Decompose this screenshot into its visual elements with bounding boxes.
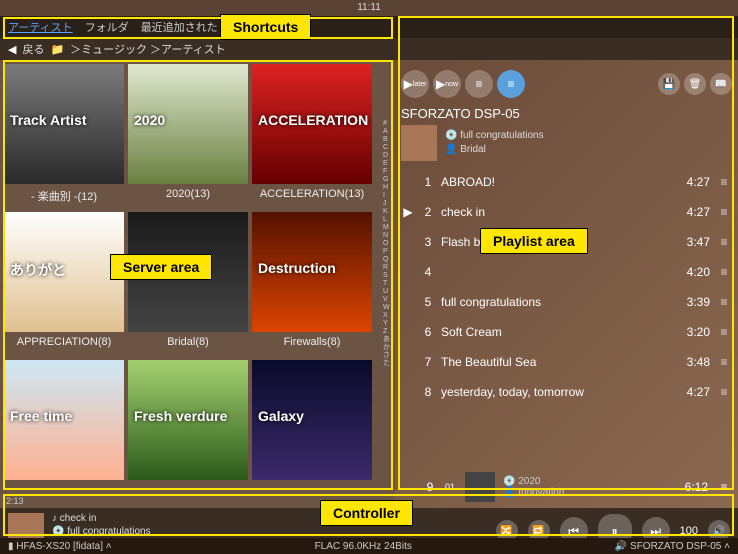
track-list: 1ABROAD!4:27≡▶2check in4:27≡3Flash back3… xyxy=(401,167,732,472)
track-row[interactable]: 7The Beautiful Sea3:48≡ xyxy=(401,347,732,377)
next-section[interactable]: 9 01 💿 2020 👤 Innovation 6:12 ≡ xyxy=(401,472,732,502)
delete-button[interactable]: 🗑 xyxy=(684,73,706,95)
alpha-index[interactable]: #ABCDEFGHIJKLMNOPQRSTUVWXYZあかさた xyxy=(383,120,393,368)
tab-folder[interactable]: フォルダ xyxy=(85,19,129,35)
breadcrumb: ◀ 戻る 📁 ＞ミュージック ＞アーティスト xyxy=(0,38,738,60)
server-label[interactable]: HFAS-XS20 [fidata] xyxy=(16,541,103,552)
album-thumb xyxy=(465,472,495,502)
play-later-button[interactable]: ▶later xyxy=(401,70,429,98)
tab-artist[interactable]: アーティスト xyxy=(8,19,73,35)
format-label: FLAC 96.0KHz 24Bits xyxy=(315,541,412,552)
back-icon[interactable]: ◀ xyxy=(8,43,16,56)
tab-bar: アーティスト フォルダ 最近追加された xyxy=(0,16,738,38)
renderer-label[interactable]: SFORZATO DSP-05 xyxy=(630,541,721,552)
album-item[interactable]: BridalBridal(8) xyxy=(128,212,248,356)
track-row[interactable]: 6Soft Cream3:20≡ xyxy=(401,317,732,347)
track-row[interactable]: ▶2check in4:27≡ xyxy=(401,197,732,227)
renderer-name: SFORZATO DSP-05 xyxy=(401,106,732,121)
album-item[interactable]: ありがとAPPRECIATION(8) xyxy=(4,212,124,356)
save-button[interactable]: 💾 xyxy=(658,73,680,95)
folder-icon: 📁 xyxy=(50,43,64,56)
track-row[interactable]: 1ABROAD!4:27≡ xyxy=(401,167,732,197)
album-item[interactable]: Fresh verdure xyxy=(128,360,248,504)
book-icon[interactable]: 📖 xyxy=(710,73,732,95)
album-grid: Track Artist- 楽曲別 -(12)20202020(13)ACCEL… xyxy=(4,64,391,504)
list-button[interactable]: ≡ xyxy=(497,70,525,98)
album-item[interactable]: Free time xyxy=(4,360,124,504)
now-playing-album[interactable]: 💿 full congratulations 👤 Bridal xyxy=(401,125,732,161)
album-item[interactable]: 20202020(13) xyxy=(128,64,248,208)
playlist-area: ▶later ▶now ≡ ≡ 💾 🗑 📖 SFORZATO DSP-05 💿 … xyxy=(395,60,738,508)
back-button[interactable]: 戻る xyxy=(22,41,44,57)
track-row[interactable]: 8yesterday, today, tomorrow4:27≡ xyxy=(401,377,732,407)
queue-button[interactable]: ≡ xyxy=(465,70,493,98)
breadcrumb-path: ＞ミュージック ＞アーティスト xyxy=(70,41,226,57)
tab-recent[interactable]: 最近追加された xyxy=(141,19,218,35)
volume-value: 100 xyxy=(680,525,698,537)
server-area: Track Artist- 楽曲別 -(12)20202020(13)ACCEL… xyxy=(0,60,395,508)
album-item[interactable]: DestructionFirewalls(8) xyxy=(252,212,372,356)
album-item[interactable]: Track Artist- 楽曲別 -(12) xyxy=(4,64,124,208)
track-row[interactable]: 44:20≡ xyxy=(401,257,732,287)
album-item[interactable]: ACCELERATIONACCELERATION(13) xyxy=(252,64,372,208)
status-bar: 11:11 xyxy=(0,0,738,16)
album-thumb xyxy=(401,125,437,161)
album-item[interactable]: Galaxy xyxy=(252,360,372,504)
track-row[interactable]: 5full congratulations3:39≡ xyxy=(401,287,732,317)
play-now-button[interactable]: ▶now xyxy=(433,70,461,98)
elapsed-time: 2:13 xyxy=(6,496,24,506)
